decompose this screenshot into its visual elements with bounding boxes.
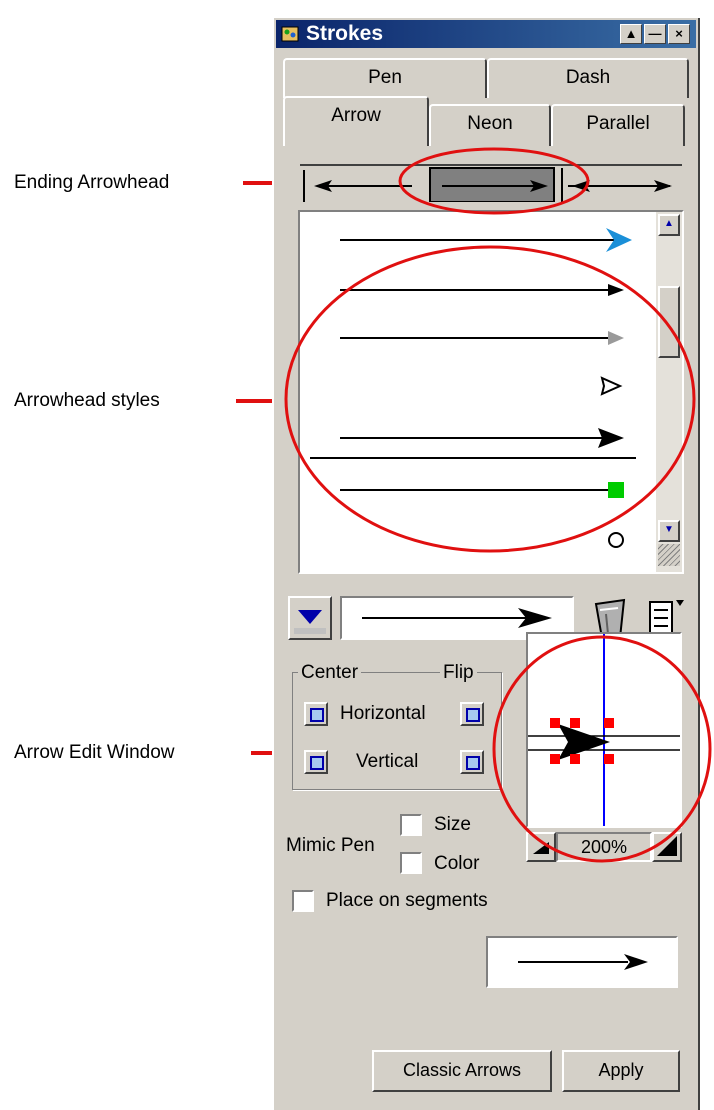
zoom-level-value: 200% [580,837,628,857]
tab-label: Pen [368,67,402,88]
styles-scrollbar[interactable]: ▲ ▼ [656,212,682,572]
place-on-segments-checkbox[interactable] [292,890,314,912]
paint-icon [280,24,302,44]
edit-arrowhead-shape [558,724,610,760]
scroll-down-button[interactable]: ▼ [658,520,680,542]
ending-arrowhead-option[interactable] [429,167,555,203]
horizontal-label: Horizontal [340,703,426,724]
arrowhead-dropdown-button[interactable] [288,596,332,640]
classic-arrows-button[interactable]: Classic Arrows [372,1050,552,1092]
callout-arrowhead-styles: Arrowhead styles [14,390,160,411]
zoom-out-icon [533,842,549,854]
size-checkbox[interactable] [400,814,422,836]
scroll-up-button[interactable]: ▲ [658,214,680,236]
tab-arrow[interactable]: Arrow [283,96,429,146]
start-arrowhead-option[interactable] [303,170,412,202]
center-vertical-button[interactable] [304,750,328,774]
hollow-arrowhead-icon[interactable] [600,376,623,396]
menu-button[interactable]: ▲ [620,24,642,44]
tab-label: Dash [565,67,611,88]
apply-label: Apply [598,1060,644,1080]
tab-neon[interactable]: Neon [429,104,551,146]
zoom-level-field[interactable]: 200% [556,832,652,862]
arrow-end-selector [300,164,682,203]
tab-pen[interactable]: Pen [283,58,487,98]
zoom-out-button[interactable] [526,832,556,862]
flip-horizontal-button[interactable] [460,702,484,726]
tab-parallel[interactable]: Parallel [551,104,685,146]
resize-grip-icon[interactable] [658,544,680,566]
minimize-button[interactable]: — [644,24,666,44]
zoom-in-button[interactable] [652,832,682,862]
blue-arrowhead-icon[interactable] [340,228,632,252]
center-horizontal-button[interactable] [304,702,328,726]
size-label: Size [434,814,471,835]
gray-arrowhead-icon[interactable] [340,331,624,345]
circle-end-icon[interactable] [608,532,624,548]
tab-dash[interactable]: Dash [487,58,689,98]
color-checkbox[interactable] [400,852,422,874]
stroke-result-preview [486,936,678,988]
flip-vertical-button[interactable] [460,750,484,774]
zoom-in-icon [657,836,677,856]
color-label: Color [434,853,480,874]
close-button[interactable]: × [668,24,690,44]
arrowhead-styles-list[interactable]: ▲ ▼ [298,210,684,574]
window-title: Strokes [306,22,384,45]
black-large-arrowhead-icon[interactable] [310,428,636,459]
center-group-label: Center [298,662,362,684]
tab-label: Arrow [331,105,381,126]
classic-arrows-label: Classic Arrows [402,1060,522,1080]
tab-label: Parallel [586,113,650,134]
place-on-segments-label: Place on segments [326,890,488,911]
both-ends-option[interactable] [561,168,672,202]
callout-arrow-edit-window: Arrow Edit Window [14,742,175,763]
flip-group-label: Flip [440,662,477,684]
scroll-thumb[interactable] [658,286,680,358]
callout-ending-arrowhead: Ending Arrowhead [14,172,170,193]
green-square-end-icon[interactable] [340,482,624,498]
mimic-pen-label: Mimic Pen [286,835,375,856]
tab-label: Neon [467,113,513,134]
apply-button[interactable]: Apply [562,1050,680,1092]
vertical-label: Vertical [356,751,419,772]
black-small-arrowhead-icon[interactable] [340,284,624,296]
arrow-edit-window[interactable] [526,632,682,828]
chevron-down-icon [294,610,326,634]
